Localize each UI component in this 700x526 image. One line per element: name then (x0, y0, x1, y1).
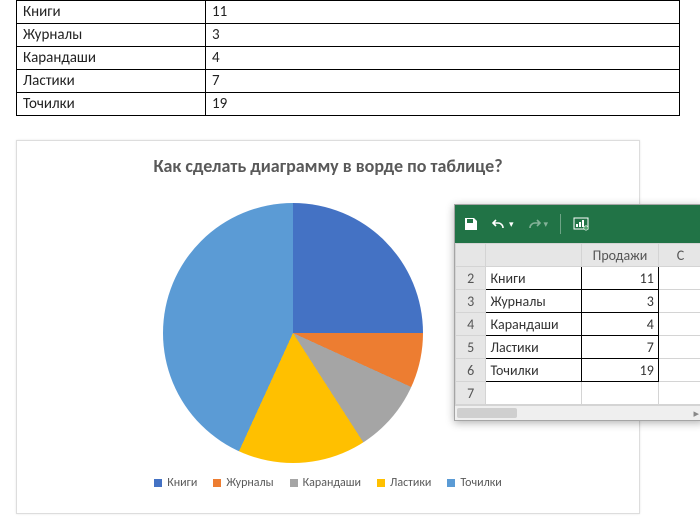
cell[interactable] (486, 382, 582, 405)
cell[interactable]: 11 (582, 267, 659, 290)
legend-item: Журналы (213, 476, 273, 490)
table-cell-value: 3 (206, 24, 680, 47)
table-cell-name: Карандаши (17, 47, 206, 70)
save-icon[interactable] (463, 216, 479, 232)
cell[interactable]: 4 (582, 313, 659, 336)
scroll-right-icon[interactable]: ▸ (693, 407, 699, 420)
excel-row[interactable]: 6Точилки19 (456, 359, 700, 382)
cell[interactable]: Ластики (486, 336, 582, 359)
legend-swatch (377, 479, 385, 487)
cell[interactable]: Точилки (486, 359, 582, 382)
column-header-b[interactable]: Продажи (582, 244, 659, 267)
row-header[interactable]: 2 (456, 267, 486, 290)
table-row: Точилки19 (17, 93, 680, 116)
cell[interactable]: Книги (486, 267, 582, 290)
table-row: Книги11 (17, 1, 680, 24)
legend-swatch (154, 479, 162, 487)
legend-item: Карандаши (290, 476, 361, 490)
row-header[interactable]: 7 (456, 382, 486, 405)
word-data-table: Книги11Журналы3Карандаши4Ластики7Точилки… (16, 0, 680, 116)
cell[interactable] (582, 382, 659, 405)
excel-grid[interactable]: Продажи C 2Книги113Журналы34Карандаши45Л… (455, 243, 700, 405)
table-cell-name: Журналы (17, 24, 206, 47)
chart-edit-icon[interactable] (573, 216, 589, 232)
legend-label: Книги (167, 476, 197, 490)
legend-label: Точилки (460, 476, 501, 490)
cell[interactable] (658, 267, 700, 290)
legend-label: Карандаши (303, 476, 361, 490)
legend-swatch (290, 479, 298, 487)
table-row: Карандаши4 (17, 47, 680, 70)
table-row: Журналы3 (17, 24, 680, 47)
cell[interactable] (658, 382, 700, 405)
table-row: Ластики7 (17, 70, 680, 93)
redo-button[interactable]: ▾ (526, 216, 549, 232)
pie-chart (163, 203, 423, 463)
chart-legend: Книги Журналы Карандаши Ластики Точилки (17, 476, 639, 491)
table-cell-value: 11 (206, 1, 680, 24)
table-cell-name: Ластики (17, 70, 206, 93)
excel-data-window[interactable]: ▾ ▾ Продажи C 2Книги113Журналы34Карандаш… (454, 204, 700, 421)
cell[interactable]: Карандаши (486, 313, 582, 336)
excel-row[interactable]: 7 (456, 382, 700, 405)
legend-label: Ластики (390, 476, 431, 490)
excel-row[interactable]: 2Книги11 (456, 267, 700, 290)
legend-item: Ластики (377, 476, 431, 490)
legend-swatch (213, 479, 221, 487)
column-header-a[interactable] (486, 244, 582, 267)
row-header[interactable]: 3 (456, 290, 486, 313)
legend-swatch (447, 479, 455, 487)
excel-row[interactable]: 4Карандаши4 (456, 313, 700, 336)
legend-label: Журналы (226, 476, 273, 490)
legend-item: Точилки (447, 476, 501, 490)
excel-hscrollbar[interactable]: ▸ (455, 405, 700, 420)
select-all-corner[interactable] (456, 244, 486, 267)
column-header-c[interactable]: C (658, 244, 700, 267)
cell[interactable]: Журналы (486, 290, 582, 313)
table-cell-value: 7 (206, 70, 680, 93)
chevron-down-icon: ▾ (544, 219, 549, 230)
cell[interactable] (658, 359, 700, 382)
cell[interactable] (658, 313, 700, 336)
cell[interactable] (658, 336, 700, 359)
chart-title: Как сделать диаграмму в ворде по таблице… (17, 155, 639, 177)
excel-quick-access-toolbar: ▾ ▾ (455, 205, 700, 243)
scrollbar-thumb[interactable] (457, 408, 517, 418)
cell[interactable]: 7 (582, 336, 659, 359)
chevron-down-icon: ▾ (509, 219, 514, 230)
row-header[interactable]: 6 (456, 359, 486, 382)
row-header[interactable]: 4 (456, 313, 486, 336)
excel-row[interactable]: 3Журналы3 (456, 290, 700, 313)
row-header[interactable]: 5 (456, 336, 486, 359)
table-cell-name: Книги (17, 1, 206, 24)
table-cell-value: 4 (206, 47, 680, 70)
legend-item: Книги (154, 476, 197, 490)
cell[interactable]: 3 (582, 290, 659, 313)
cell[interactable] (658, 290, 700, 313)
table-cell-name: Точилки (17, 93, 206, 116)
table-cell-value: 19 (206, 93, 680, 116)
excel-row[interactable]: 5Ластики7 (456, 336, 700, 359)
cell[interactable]: 19 (582, 359, 659, 382)
undo-button[interactable]: ▾ (491, 216, 514, 232)
